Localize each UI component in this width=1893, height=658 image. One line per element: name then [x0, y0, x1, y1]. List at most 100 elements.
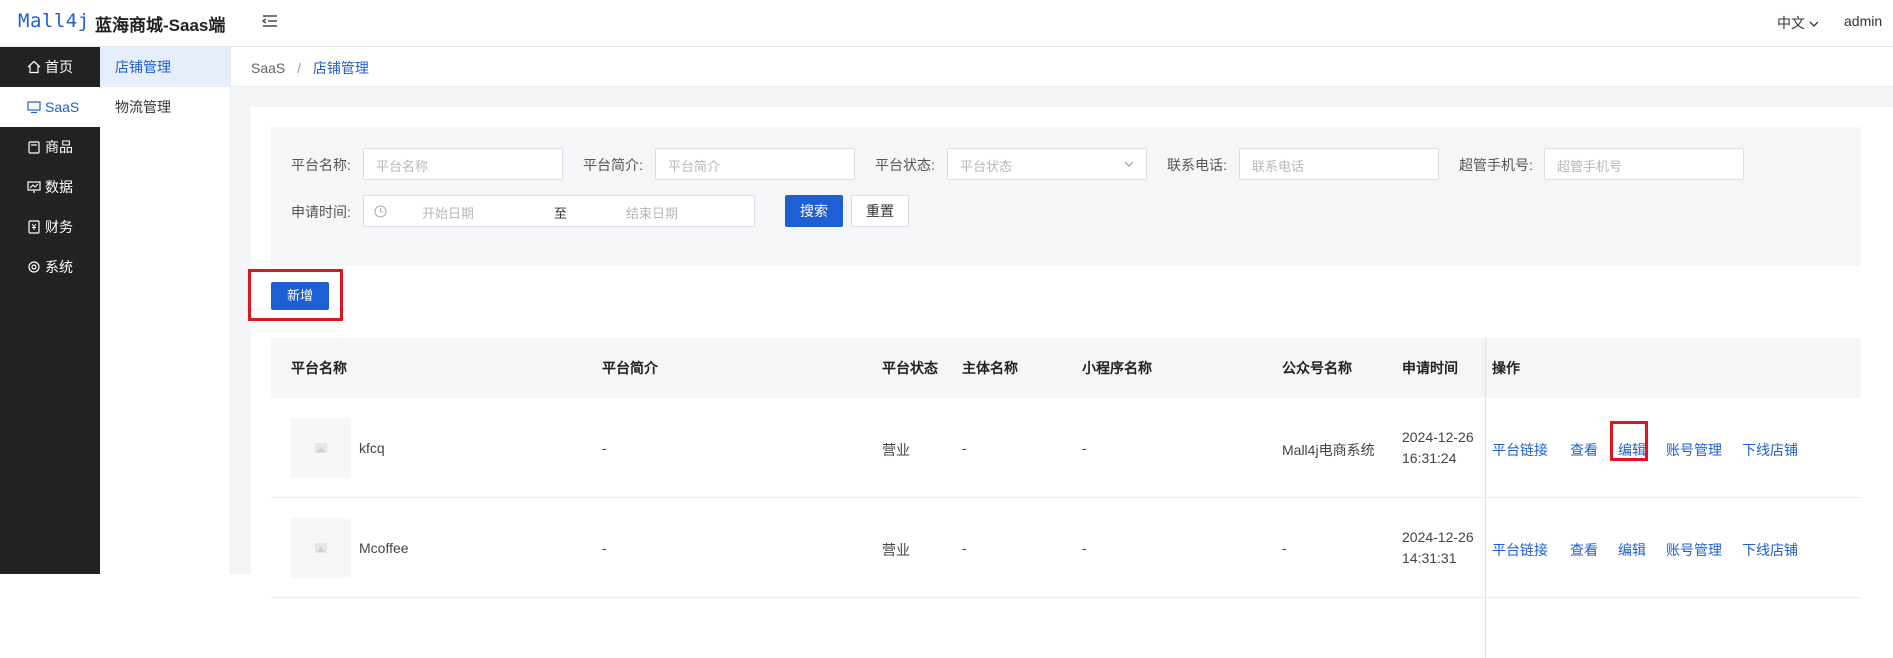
submenu-item-shop-management[interactable]: 店铺管理: [100, 47, 230, 87]
sidebar-item-home[interactable]: 首页: [0, 47, 100, 87]
bag-icon: [28, 141, 40, 154]
offline-shop-button[interactable]: 下线店铺: [1742, 540, 1798, 560]
date-range-picker[interactable]: 开始日期 至 结束日期: [363, 195, 755, 227]
edit-button[interactable]: 编辑: [1618, 540, 1646, 560]
cell-mini-program: -: [1082, 540, 1087, 556]
breadcrumb-root[interactable]: SaaS: [251, 60, 285, 76]
cell-status: 营业: [882, 442, 910, 458]
start-date-input[interactable]: 开始日期: [422, 203, 474, 222]
add-button[interactable]: 新增: [271, 282, 329, 310]
admin-phone-input[interactable]: 超管手机号: [1544, 148, 1744, 180]
account-management-button[interactable]: 账号管理: [1666, 440, 1722, 460]
column-header: 申请时间: [1402, 360, 1458, 376]
language-switcher[interactable]: 中文: [1777, 13, 1819, 33]
sidebar-item-saas[interactable]: SaaS: [0, 87, 100, 127]
fixed-column-divider: [1485, 338, 1486, 658]
account-management-button[interactable]: 账号管理: [1666, 540, 1722, 560]
sidebar-item-label: 系统: [45, 259, 73, 275]
reset-button[interactable]: 重置: [851, 195, 909, 227]
platform-link-button[interactable]: 平台链接: [1492, 540, 1548, 560]
breadcrumb-current: 店铺管理: [312, 60, 369, 76]
content-card: 平台名称: 平台名称 平台简介: 平台简介 平台状态: 平台状态 联系电话: 联…: [248, 107, 1893, 658]
monitor-icon: [27, 101, 41, 114]
end-date-input[interactable]: 结束日期: [626, 203, 678, 222]
breadcrumb-separator: /: [297, 60, 302, 76]
platform-name-input[interactable]: 平台名称: [363, 148, 563, 180]
column-header: 公众号名称: [1282, 360, 1352, 376]
chevron-down-icon: [1124, 161, 1134, 167]
platform-intro-input[interactable]: 平台简介: [655, 148, 855, 180]
user-menu[interactable]: admin: [1844, 13, 1882, 29]
submenu-item-logistics[interactable]: 物流管理: [100, 87, 230, 127]
offline-shop-button[interactable]: 下线店铺: [1742, 440, 1798, 460]
sidebar: 首页 SaaS 商品 数据 财务 系统: [0, 47, 100, 574]
search-button[interactable]: 搜索: [785, 195, 843, 227]
platform-status-placeholder: 平台状态: [960, 159, 1013, 174]
platform-name-label: 平台名称:: [291, 157, 351, 173]
view-button[interactable]: 查看: [1570, 540, 1598, 560]
column-header: 小程序名称: [1082, 360, 1152, 376]
top-header: Mall4j 蓝海商城-Saas端 中文 admin: [0, 0, 1893, 47]
finance-icon: [28, 220, 40, 234]
sidebar-item-label: 首页: [45, 59, 73, 75]
logo: Mall4j: [18, 10, 90, 32]
sidebar-item-goods[interactable]: 商品: [0, 127, 100, 167]
sidebar-item-finance[interactable]: 财务: [0, 207, 100, 247]
cell-entity: -: [962, 540, 967, 556]
cell-official-account: -: [1282, 540, 1287, 556]
cell-apply-time: 14:31:31: [1402, 550, 1457, 566]
home-icon: [27, 60, 41, 74]
chevron-down-icon: [1809, 21, 1819, 27]
shop-table: 平台名称 平台简介 平台状态 主体名称 小程序名称 公众号名称 申请时间 操作 …: [271, 338, 1861, 658]
edit-button[interactable]: 编辑: [1618, 440, 1646, 460]
phone-input[interactable]: 联系电话: [1239, 148, 1439, 180]
cell-apply-date: 2024-12-26: [1402, 429, 1474, 445]
cell-name: Mcoffee: [359, 540, 409, 556]
sidebar-item-label: SaaS: [45, 99, 80, 115]
table-header: 平台名称 平台简介 平台状态 主体名称 小程序名称 公众号名称 申请时间 操作: [271, 338, 1861, 398]
main-content: SaaS / 店铺管理 平台名称: 平台名称 平台简介: 平台简介 平台状态: …: [231, 47, 1893, 658]
view-button[interactable]: 查看: [1570, 440, 1598, 460]
cell-mini-program: -: [1082, 440, 1087, 456]
collapse-menu-icon[interactable]: [260, 11, 280, 31]
sidebar-item-data[interactable]: 数据: [0, 167, 100, 207]
column-header: 平台简介: [602, 360, 658, 376]
platform-intro-label: 平台简介:: [583, 157, 643, 173]
column-header: 平台状态: [882, 360, 938, 376]
admin-phone-label: 超管手机号:: [1459, 157, 1533, 173]
table-row: Mcoffee - 营业 - - - 2024-12-26 14:31:31 平…: [271, 498, 1861, 598]
shop-thumbnail: [291, 518, 351, 578]
shop-thumbnail: [291, 418, 351, 478]
cell-status: 营业: [882, 542, 910, 558]
search-panel: 平台名称: 平台名称 平台简介: 平台简介 平台状态: 平台状态 联系电话: 联…: [271, 127, 1861, 266]
image-placeholder-icon: [315, 543, 327, 553]
breadcrumb: SaaS / 店铺管理: [231, 47, 1893, 87]
cell-entity: -: [962, 440, 967, 456]
platform-status-select[interactable]: 平台状态: [947, 148, 1147, 180]
column-header: 平台名称: [291, 360, 347, 376]
cell-apply-date: 2024-12-26: [1402, 529, 1474, 545]
platform-link-button[interactable]: 平台链接: [1492, 440, 1548, 460]
cell-apply-time: 16:31:24: [1402, 450, 1457, 466]
platform-status-label: 平台状态:: [875, 157, 935, 173]
chart-icon: [27, 181, 41, 193]
app-title: 蓝海商城-Saas端: [95, 16, 226, 35]
table-row: kfcq - 营业 - - Mall4j电商系统 2024-12-26 16:3…: [271, 398, 1861, 498]
submenu: 店铺管理 物流管理: [100, 47, 231, 574]
sidebar-item-label: 财务: [45, 219, 73, 235]
sidebar-item-label: 数据: [45, 179, 73, 195]
cell-official-account: Mall4j电商系统: [1282, 442, 1375, 458]
column-header: 主体名称: [962, 360, 1018, 376]
cell-name: kfcq: [359, 440, 385, 456]
column-header: 操作: [1492, 360, 1520, 376]
range-separator: 至: [554, 206, 568, 221]
clock-icon: [374, 205, 387, 218]
apply-time-label: 申请时间:: [291, 204, 351, 220]
sidebar-item-system[interactable]: 系统: [0, 247, 100, 287]
language-label: 中文: [1777, 15, 1805, 31]
gear-icon: [28, 261, 40, 273]
image-placeholder-icon: [315, 443, 327, 453]
sidebar-item-label: 商品: [45, 139, 73, 155]
cell-intro: -: [602, 440, 607, 456]
phone-label: 联系电话:: [1167, 157, 1227, 173]
